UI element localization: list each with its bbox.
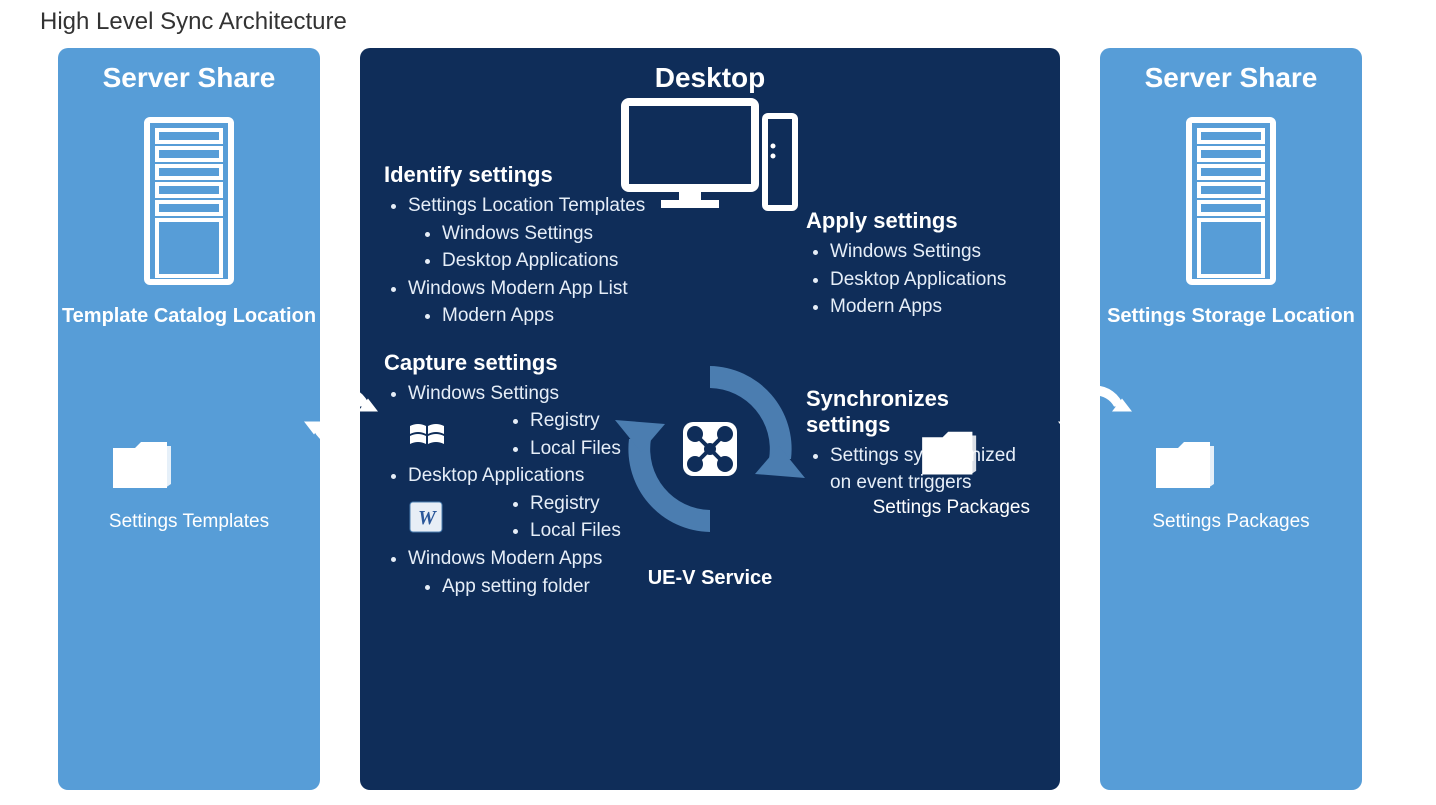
- settings-packages-label: Settings Packages: [873, 497, 1030, 519]
- settings-templates-block: Settings Templates: [109, 438, 269, 533]
- template-catalog-label: Template Catalog Location: [62, 305, 316, 328]
- sync-icon: [302, 378, 380, 461]
- architecture-diagram: Server Share Template Catalog Location S…: [0, 48, 1436, 790]
- desktop-title: Desktop: [655, 62, 765, 94]
- folder-icon: [109, 438, 179, 496]
- list-item: Modern Apps: [442, 302, 664, 330]
- settings-packages-block: Settings Packages: [1152, 438, 1309, 533]
- word-icon: W: [408, 500, 444, 534]
- sync-icon: [1056, 378, 1134, 461]
- list-item: Desktop Applications: [830, 266, 1036, 294]
- list-item: Windows Settings: [442, 220, 664, 248]
- windows-icon: [408, 420, 444, 450]
- list-item: Modern Apps: [830, 293, 1036, 321]
- svg-text:W: W: [418, 507, 437, 529]
- desktop-box: Desktop Settings Packages: [360, 48, 1060, 790]
- settings-packages-block: Settings Packages: [873, 428, 1030, 519]
- right-box-title: Server Share: [1145, 62, 1318, 94]
- settings-storage-label: Settings Storage Location: [1107, 305, 1355, 328]
- list-item: Desktop Applications: [442, 247, 664, 275]
- server-rack-icon: [1181, 116, 1281, 291]
- settings-templates-label: Settings Templates: [109, 511, 269, 533]
- list-item: Windows Modern App List: [408, 275, 664, 303]
- page-title: High Level Sync Architecture: [0, 0, 1436, 48]
- apply-heading: Apply settings: [806, 208, 1036, 234]
- list-item: Windows Settings: [830, 238, 1036, 266]
- apply-section: Apply settings Windows Settings Desktop …: [806, 208, 1036, 330]
- server-rack-icon: [139, 116, 239, 291]
- folder-icon: [918, 428, 984, 482]
- left-server-box: Server Share Template Catalog Location S…: [58, 48, 320, 790]
- left-box-title: Server Share: [103, 62, 276, 94]
- right-server-box: Server Share Settings Storage Location S…: [1100, 48, 1362, 790]
- settings-packages-label: Settings Packages: [1152, 511, 1309, 533]
- folder-icon: [1152, 438, 1222, 496]
